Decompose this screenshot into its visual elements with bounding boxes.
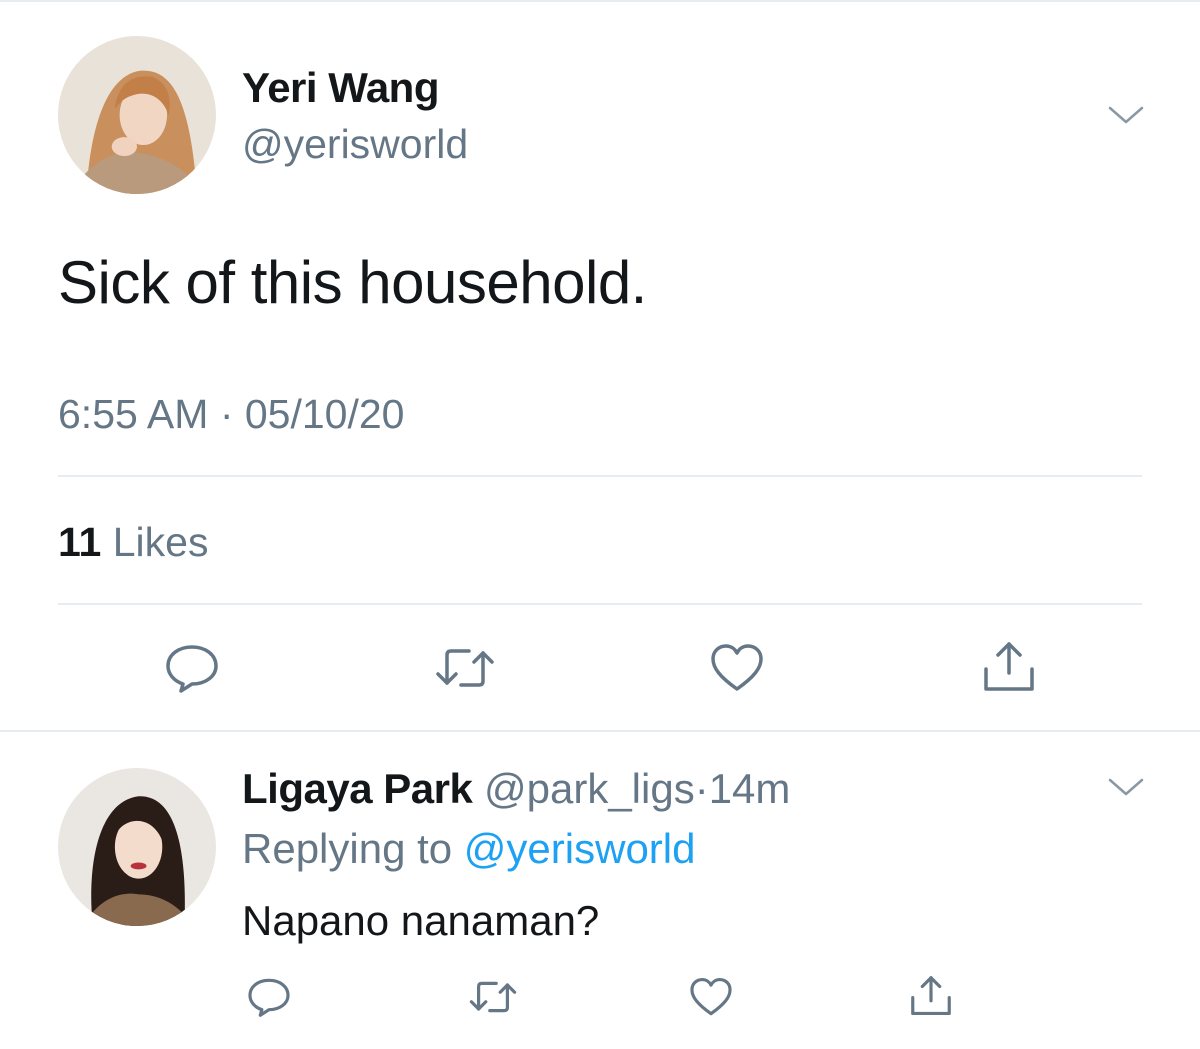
retweet-button[interactable] bbox=[432, 640, 498, 696]
retweet-icon bbox=[469, 981, 517, 1013]
top-divider bbox=[0, 0, 1200, 2]
replying-to: Replying to @yerisworld bbox=[242, 822, 695, 876]
author-avatar[interactable] bbox=[58, 36, 216, 194]
reply-button[interactable] bbox=[160, 640, 224, 696]
author-name[interactable]: Yeri Wang bbox=[242, 62, 440, 114]
reply-button[interactable] bbox=[244, 972, 294, 1022]
tweet-timestamp[interactable]: 6:55 AM · 05/10/20 bbox=[58, 388, 404, 440]
share-button[interactable] bbox=[906, 970, 956, 1022]
chevron-down-icon[interactable] bbox=[1106, 100, 1146, 130]
separator-dot: · bbox=[694, 765, 709, 812]
retweet-icon bbox=[436, 649, 494, 687]
reply-author-avatar[interactable] bbox=[58, 768, 216, 926]
share-button[interactable] bbox=[978, 638, 1040, 696]
heart-icon bbox=[711, 644, 763, 691]
like-button[interactable] bbox=[686, 972, 736, 1022]
chevron-down-icon[interactable] bbox=[1106, 772, 1146, 802]
reply-author-name[interactable]: Ligaya Park bbox=[242, 765, 473, 812]
author-handle[interactable]: @yerisworld bbox=[242, 118, 468, 170]
likes-count: 11 bbox=[58, 519, 102, 565]
heart-icon bbox=[690, 977, 732, 1016]
reply-header: Ligaya Park @park_ligs·14m bbox=[242, 762, 790, 816]
section-divider bbox=[0, 730, 1200, 732]
reply-text: Napano nanaman? bbox=[242, 897, 600, 944]
divider bbox=[58, 475, 1142, 477]
share-icon bbox=[911, 976, 951, 1016]
tweet-text: Sick of this household. bbox=[58, 249, 647, 316]
retweet-button[interactable] bbox=[466, 972, 520, 1022]
speech-bubble-icon bbox=[248, 978, 290, 1017]
avatar-photo bbox=[58, 36, 216, 194]
share-icon bbox=[984, 642, 1034, 691]
likes-link[interactable]: 11 Likes bbox=[58, 516, 208, 568]
like-button[interactable] bbox=[706, 640, 768, 696]
divider bbox=[58, 603, 1142, 605]
avatar-photo bbox=[58, 768, 216, 926]
reply-author-handle[interactable]: @park_ligs bbox=[484, 765, 695, 812]
replying-prefix: Replying to bbox=[242, 825, 453, 872]
speech-bubble-icon bbox=[166, 645, 218, 693]
reply-time[interactable]: 14m bbox=[709, 765, 791, 812]
replying-mention-link[interactable]: @yerisworld bbox=[464, 825, 696, 872]
likes-label: Likes bbox=[112, 519, 209, 565]
